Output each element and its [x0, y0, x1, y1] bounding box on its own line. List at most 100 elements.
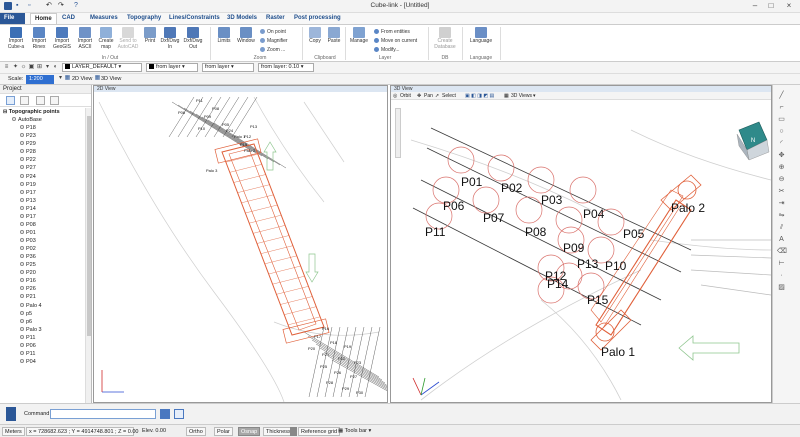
send-to-autocad-button[interactable]: Send to AutoCAD: [116, 27, 140, 57]
tab-raster[interactable]: Raster: [262, 13, 289, 24]
draw-line-icon[interactable]: ╱: [777, 91, 786, 100]
zoom-in-icon[interactable]: ⊕: [777, 163, 786, 172]
tree-item[interactable]: P29: [0, 140, 85, 148]
view-3d-icon[interactable]: ▦: [94, 75, 101, 82]
tree-view-icon[interactable]: [6, 96, 15, 105]
move-icon[interactable]: ✥: [777, 151, 786, 160]
scale-dropdown-icon[interactable]: ▾: [57, 75, 64, 82]
tree-item[interactable]: Palo 3: [0, 326, 85, 334]
tree-item[interactable]: P18: [0, 124, 85, 132]
tab-cad[interactable]: CAD: [58, 13, 79, 24]
zoom-magnifier[interactable]: Magnifier: [260, 37, 288, 45]
mirror-icon[interactable]: ⇋: [777, 211, 786, 220]
color-select[interactable]: from layer ▾: [146, 63, 198, 72]
drawing-2d[interactable]: P11P08P06P09P05P10 P24Palo 1P12P13P15Palo…: [94, 92, 387, 402]
circle-icon[interactable]: ○: [777, 127, 786, 136]
collapse-icon[interactable]: ⊟: [3, 109, 7, 115]
tree-item[interactable]: p5: [0, 310, 85, 318]
tree-item[interactable]: P01: [0, 229, 85, 237]
orbit-icon[interactable]: ◎: [393, 92, 397, 100]
tab-measures[interactable]: Measures: [86, 13, 122, 24]
pan-icon[interactable]: ✥: [417, 92, 421, 100]
tree-item[interactable]: P25: [0, 261, 85, 269]
polyline-icon[interactable]: ⌐: [777, 103, 786, 112]
manage-layers-button[interactable]: Manage: [348, 27, 370, 57]
tree-item[interactable]: P13: [0, 197, 85, 205]
minimize-icon[interactable]: –: [748, 1, 762, 11]
tree-item[interactable]: P14: [0, 205, 85, 213]
close-icon[interactable]: ×: [782, 1, 796, 11]
orbit-button[interactable]: Orbit: [400, 92, 411, 100]
print-button[interactable]: Print: [141, 27, 159, 57]
tree-item[interactable]: P22: [0, 156, 85, 164]
zoom-menu[interactable]: Zoom ...: [260, 46, 285, 54]
view-2d-icon[interactable]: ▦: [64, 75, 71, 82]
polar-toggle[interactable]: Polar: [214, 427, 233, 436]
tree-item[interactable]: P20: [0, 269, 85, 277]
lock-icon[interactable]: ▣: [28, 64, 35, 71]
text-icon[interactable]: A: [777, 235, 786, 244]
tree-item[interactable]: P04: [0, 358, 85, 366]
trim-icon[interactable]: ✂: [777, 187, 786, 196]
tree-scrollbar[interactable]: [85, 108, 91, 403]
paste-button[interactable]: Paste: [325, 27, 343, 57]
tree-item[interactable]: P24: [0, 173, 85, 181]
tab-topography[interactable]: Topography: [123, 13, 165, 24]
tree-item[interactable]: P03: [0, 237, 85, 245]
tree-item[interactable]: P23: [0, 132, 85, 140]
tree-item[interactable]: Palo 4: [0, 302, 85, 310]
view-2d[interactable]: 2D View P11 P08 P06 P09 P05 P10 P24 Palo 1 P12 P1…: [93, 85, 388, 403]
sun-icon[interactable]: ☼: [20, 64, 27, 71]
layers-icon[interactable]: [36, 96, 45, 105]
select-button[interactable]: Select: [442, 92, 456, 100]
layer-settings-icon[interactable]: ≡: [3, 64, 10, 71]
rectangle-icon[interactable]: ▭: [777, 115, 786, 124]
tree-item[interactable]: AutoBase: [0, 116, 85, 124]
tree-item[interactable]: P02: [0, 245, 85, 253]
zoom-on-point[interactable]: On point: [260, 28, 286, 36]
linewidth-select[interactable]: from layer: 0.10 ▾: [258, 63, 314, 72]
layer-modify[interactable]: Modify...: [374, 46, 400, 54]
scale-input[interactable]: 1:200: [26, 75, 54, 84]
layer-select[interactable]: LAYER_DEFAULT ▾: [62, 63, 142, 72]
import-geogis-button[interactable]: Import GeoGIS: [50, 27, 74, 57]
import-cube-a-button[interactable]: Import Cube-a: [4, 27, 28, 57]
pan-button[interactable]: Pan: [424, 92, 433, 100]
import-ascii-button[interactable]: Import ASCII: [74, 27, 96, 57]
hatch-icon[interactable]: ▨: [777, 283, 786, 292]
create-database-button[interactable]: Create Database: [432, 27, 458, 57]
maximize-icon[interactable]: □: [764, 1, 778, 11]
command-list-icon[interactable]: [174, 409, 184, 419]
zoom-window-button[interactable]: Window: [235, 27, 257, 57]
scrollbar-thumb[interactable]: [87, 116, 91, 336]
tab-post-processing[interactable]: Post processing: [290, 13, 345, 24]
erase-icon[interactable]: ⌫: [777, 247, 787, 256]
tree-item[interactable]: P36: [0, 253, 85, 261]
cube-icon[interactable]: ▦: [504, 92, 509, 100]
tab-home[interactable]: Home: [30, 13, 57, 24]
tree-item[interactable]: P16: [0, 277, 85, 285]
point-icon[interactable]: ·: [777, 271, 786, 280]
zoom-limits-button[interactable]: Limits: [214, 27, 234, 57]
linetype-select[interactable]: from layer ▾: [202, 63, 254, 72]
reference-grid-toggle[interactable]: Reference grid: [298, 427, 341, 436]
dxf-dwg-out-button[interactable]: Dxf/Dwg Out: [181, 27, 205, 57]
tree-item[interactable]: P26: [0, 285, 85, 293]
tools-bar-menu[interactable]: ▦ Tools bar ▾: [336, 427, 373, 436]
create-map-button[interactable]: Create map: [96, 27, 116, 57]
tree-item[interactable]: p6: [0, 318, 85, 326]
extend-icon[interactable]: ⇥: [777, 199, 786, 208]
filter-icon[interactable]: ▾: [44, 64, 51, 71]
copy-button[interactable]: Copy: [306, 27, 324, 57]
units-selector[interactable]: Meters: [2, 427, 25, 436]
dxf-dwg-in-button[interactable]: Dxf/Dwg In: [159, 27, 181, 57]
measure-icon[interactable]: ⊢: [777, 259, 786, 268]
tree-item[interactable]: P19: [0, 181, 85, 189]
settings-icon[interactable]: [50, 96, 59, 105]
print-toggle-icon[interactable]: ⊞: [36, 64, 43, 71]
view-3d-button[interactable]: 3D View: [101, 74, 121, 84]
zoom-out-icon[interactable]: ⊖: [777, 175, 786, 184]
tree-item[interactable]: P28: [0, 148, 85, 156]
tree-item[interactable]: P11: [0, 350, 85, 358]
osnap-toggle[interactable]: Osnap: [238, 427, 261, 436]
